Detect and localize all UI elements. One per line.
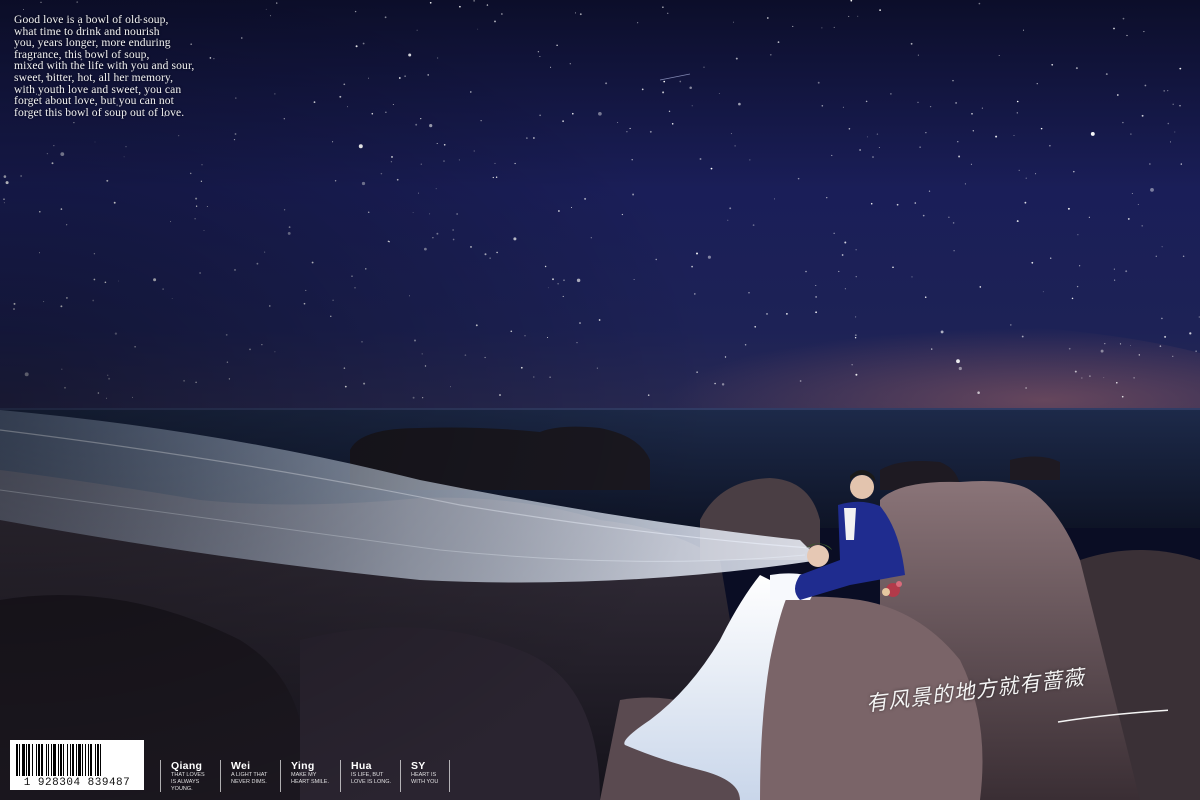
barcode-number: 1 928304 839487: [23, 777, 131, 789]
barcode-bar: [16, 744, 18, 776]
credit-hua: Hua IS LIFE, BUT LOVE IS LONG.: [340, 760, 400, 792]
barcode-bar: [36, 744, 37, 776]
poem-text: Good love is a bowl of old soup, what ti…: [14, 14, 264, 118]
barcode-bar: [22, 744, 25, 776]
barcode-bar: [32, 744, 33, 776]
barcode-bar: [38, 744, 40, 776]
barcode-bar: [76, 744, 77, 776]
poem-line: forget this bowl of soup out of love.: [14, 105, 185, 119]
barcode-bar: [26, 744, 27, 776]
credit-subtitle: THAT LOVES IS ALWAYS YOUNG.: [171, 772, 205, 792]
credit-subtitle: IS LIFE, BUT LOVE IS LONG.: [351, 772, 392, 785]
barcode-bar: [48, 744, 49, 776]
credit-sy: SY HEART IS WITH YOU: [400, 760, 450, 792]
credit-name: SY: [411, 760, 426, 772]
credit-qiang: Qiang THAT LOVES IS ALWAYS YOUNG.: [160, 760, 220, 792]
barcode: 1 928304 839487: [10, 740, 144, 790]
credit-name: Wei: [231, 760, 251, 772]
barcode-bars: [16, 744, 101, 776]
barcode-bar: [78, 744, 81, 776]
poem-line: sweet, bitter, hot, all her memory,: [14, 70, 174, 84]
signature-underline: [1057, 709, 1168, 723]
credit-name: Ying: [291, 760, 315, 772]
barcode-bar: [72, 744, 74, 776]
barcode-bar: [97, 744, 99, 776]
poem-line: Good love is a bowl of old soup,: [14, 13, 169, 26]
credit-wei: Wei A LIGHT THAT NEVER DIMS.: [220, 760, 280, 792]
credit-ying: Ying MAKE MY HEART SMILE.: [280, 760, 340, 792]
barcode-bar: [58, 744, 59, 776]
credit-name: Qiang: [171, 760, 203, 772]
barcode-bar: [28, 744, 30, 776]
credits-row: Qiang THAT LOVES IS ALWAYS YOUNG. Wei A …: [160, 760, 450, 792]
barcode-bar: [88, 744, 89, 776]
barcode-bar: [82, 744, 83, 776]
barcode-bar: [19, 744, 20, 776]
barcode-bar: [70, 744, 71, 776]
credit-subtitle: MAKE MY HEART SMILE.: [291, 772, 330, 785]
barcode-bar: [41, 744, 43, 776]
poem-line: forget about love, but you can not: [14, 94, 174, 108]
credit-subtitle: HEART IS WITH YOU: [411, 772, 439, 785]
barcode-bar: [46, 744, 47, 776]
barcode-bar: [95, 744, 96, 776]
photo-canvas: Good love is a bowl of old soup, what ti…: [0, 0, 1200, 800]
barcode-bar: [100, 744, 101, 776]
barcode-bar: [85, 744, 86, 776]
barcode-bar: [51, 744, 52, 776]
barcode-bar: [90, 744, 92, 776]
barcode-bar: [60, 744, 62, 776]
credit-name: Hua: [351, 760, 372, 772]
barcode-bar: [67, 744, 68, 776]
barcode-bar: [53, 744, 56, 776]
credit-subtitle: A LIGHT THAT NEVER DIMS.: [231, 772, 268, 785]
barcode-bar: [63, 744, 64, 776]
chinese-signature: 有风景的地方就有蔷薇: [865, 665, 1168, 748]
